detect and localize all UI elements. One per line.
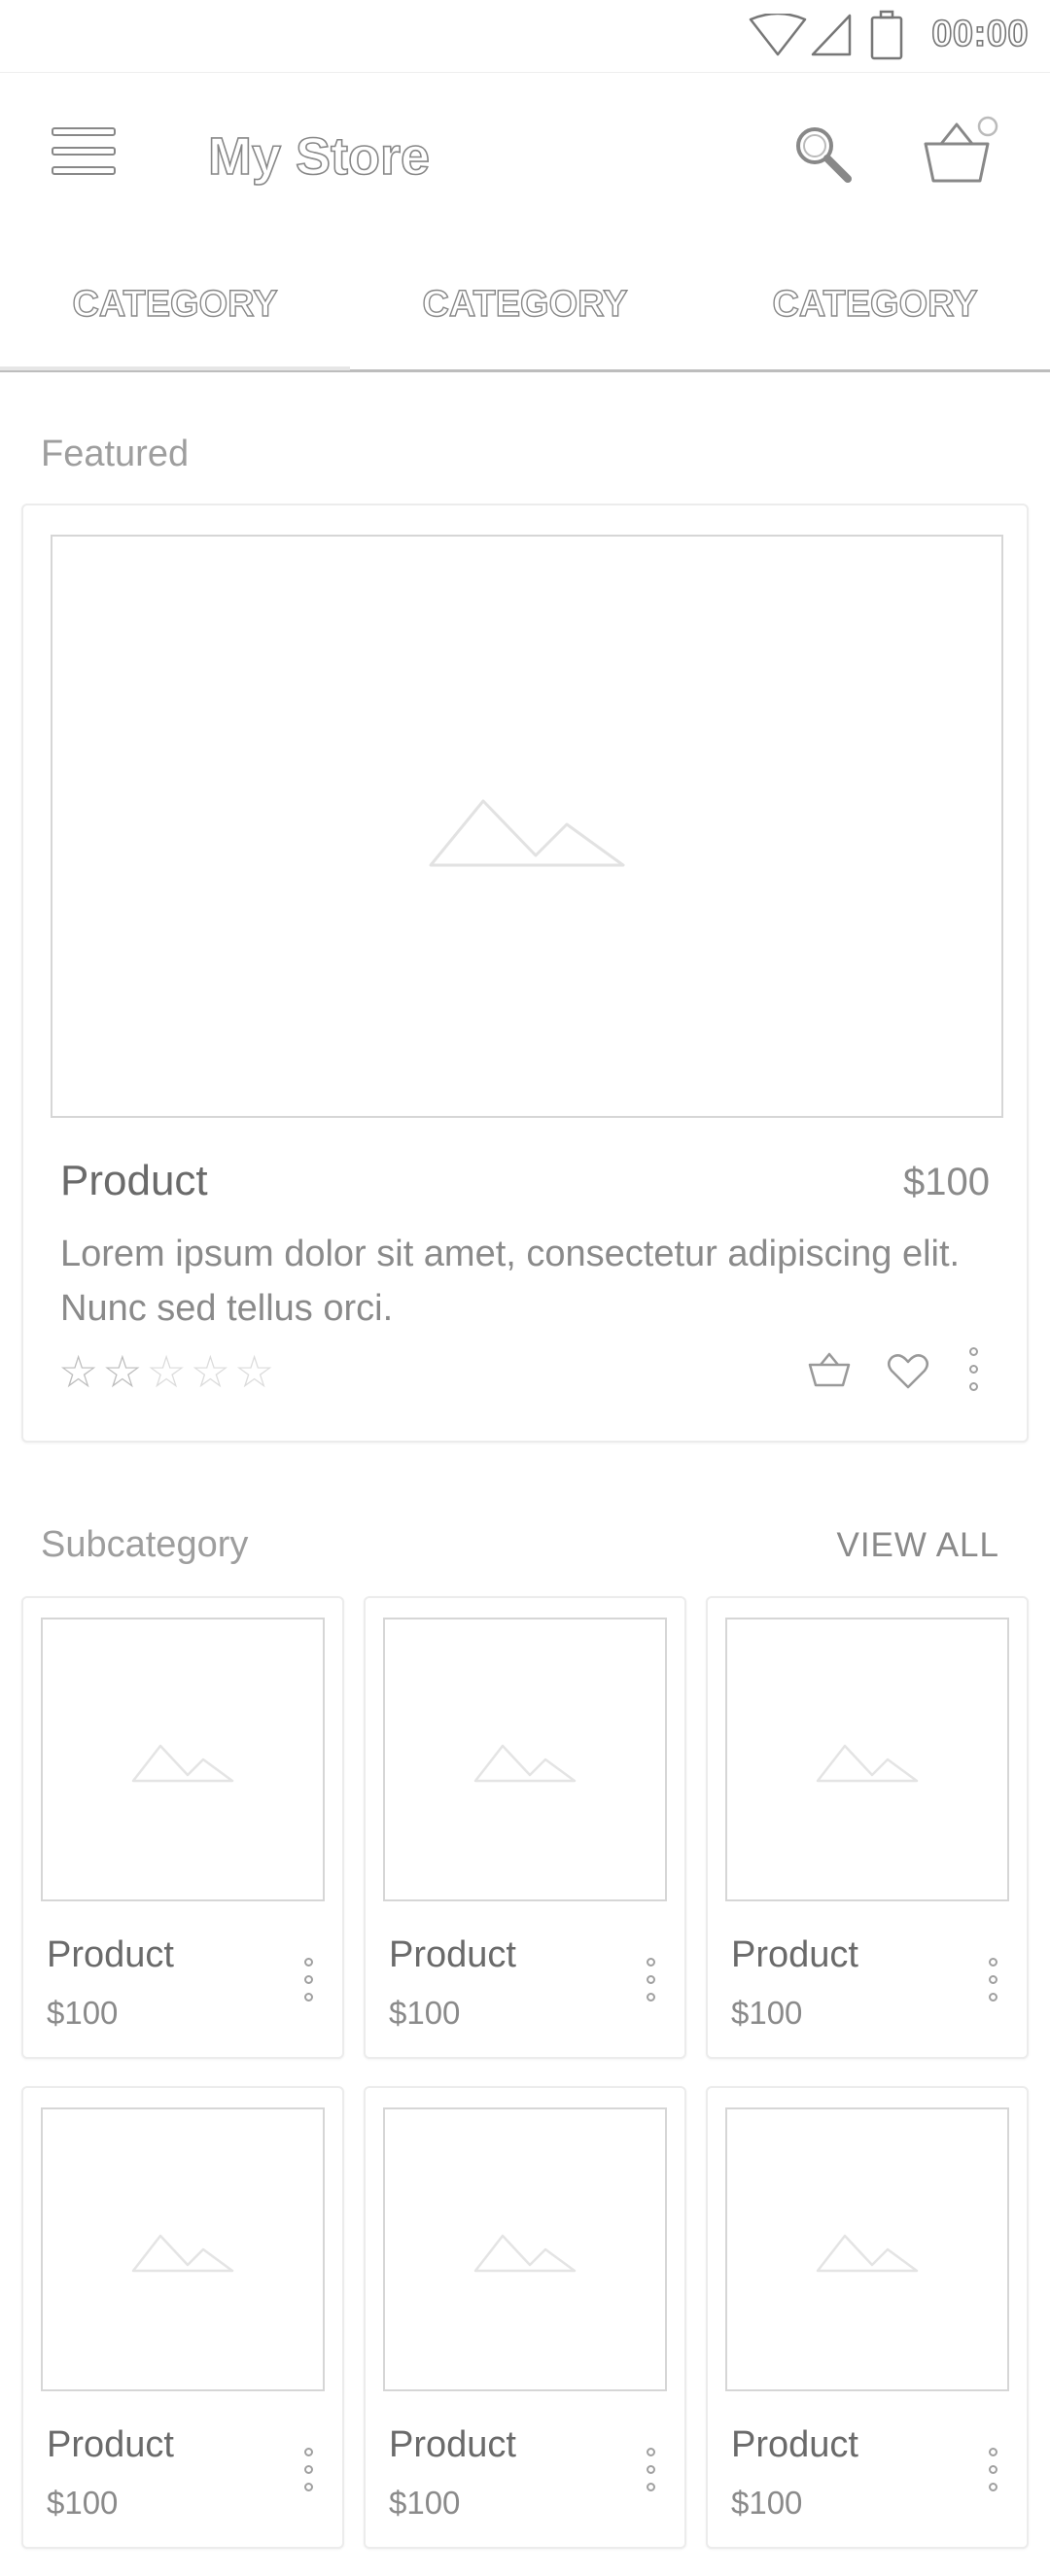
product-image	[41, 2107, 325, 2391]
star-icon[interactable]: ☆	[58, 1346, 102, 1397]
product-price: $100	[389, 2485, 461, 2521]
product-card[interactable]: Product $100	[364, 2086, 686, 2549]
tab-category-2[interactable]: CATEGORY	[350, 283, 700, 326]
subcategory-section-title: Subcategory	[41, 1524, 249, 1565]
image-placeholder-icon	[473, 2234, 577, 2273]
product-price: $100	[47, 1995, 119, 2031]
product-card[interactable]: Product $100	[21, 1596, 344, 2059]
featured-product-image	[51, 535, 1003, 1118]
product-card[interactable]: Product $100	[21, 2086, 344, 2549]
product-name: Product	[731, 2424, 858, 2465]
more-vert-icon[interactable]	[640, 1954, 663, 2008]
product-name: Product	[389, 2424, 516, 2465]
product-name: Product	[47, 2424, 174, 2465]
more-vert-icon[interactable]	[640, 2444, 663, 2498]
star-icon[interactable]: ☆	[191, 1346, 234, 1397]
basket-icon[interactable]	[922, 113, 1003, 187]
rating-stars[interactable]: ☆☆☆☆☆	[58, 1345, 278, 1398]
search-icon[interactable]	[791, 122, 854, 185]
status-bar: 00:00	[0, 0, 1050, 73]
image-placeholder-icon	[473, 1744, 577, 1783]
featured-section-title: Featured	[41, 434, 190, 474]
featured-product-name: Product	[60, 1157, 208, 1204]
product-image	[725, 1618, 1009, 1901]
battery-icon	[870, 10, 903, 60]
more-vert-icon[interactable]	[982, 1954, 1005, 2008]
image-placeholder-icon	[429, 799, 625, 867]
tab-category-3[interactable]: CATEGORY	[700, 283, 1050, 326]
heart-icon[interactable]	[887, 1353, 929, 1390]
featured-product-price: $100	[903, 1161, 990, 1203]
image-placeholder-icon	[816, 2234, 919, 2273]
product-price: $100	[47, 2485, 119, 2521]
product-image	[725, 2107, 1009, 2391]
product-name: Product	[389, 1934, 516, 1975]
more-vert-icon[interactable]	[982, 2444, 1005, 2498]
wifi-icon	[749, 14, 807, 56]
star-icon[interactable]: ☆	[102, 1346, 146, 1397]
more-vert-icon[interactable]	[298, 1954, 321, 2008]
more-vert-icon[interactable]	[962, 1343, 986, 1398]
tab-category-1[interactable]: CATEGORY	[0, 283, 350, 326]
image-placeholder-icon	[131, 1744, 234, 1783]
product-price: $100	[731, 1995, 803, 2031]
product-name: Product	[47, 1934, 174, 1975]
product-image	[383, 1618, 667, 1901]
star-icon[interactable]: ☆	[147, 1346, 191, 1397]
product-card[interactable]: Product $100	[364, 1596, 686, 2059]
product-name: Product	[731, 1934, 858, 1975]
tab-indicator	[0, 366, 350, 370]
more-vert-icon[interactable]	[298, 2444, 321, 2498]
image-placeholder-icon	[816, 1744, 919, 1783]
app-title: My Store	[207, 126, 431, 187]
add-to-basket-icon[interactable]	[807, 1349, 852, 1388]
product-image	[41, 1618, 325, 1901]
star-icon[interactable]: ☆	[234, 1346, 278, 1397]
image-placeholder-icon	[131, 2234, 234, 2273]
product-image	[383, 2107, 667, 2391]
hamburger-menu-icon[interactable]	[51, 126, 117, 177]
product-price: $100	[389, 1995, 461, 2031]
status-time: 00:00	[930, 13, 1029, 55]
cell-signal-icon	[811, 14, 852, 56]
product-card[interactable]: Product $100	[706, 2086, 1029, 2549]
featured-product-description: Lorem ipsum dolor sit amet, consectetur …	[60, 1234, 961, 1329]
view-all-link[interactable]: VIEW ALL	[836, 1526, 999, 1565]
product-card[interactable]: Product $100	[706, 1596, 1029, 2059]
product-price: $100	[731, 2485, 803, 2521]
